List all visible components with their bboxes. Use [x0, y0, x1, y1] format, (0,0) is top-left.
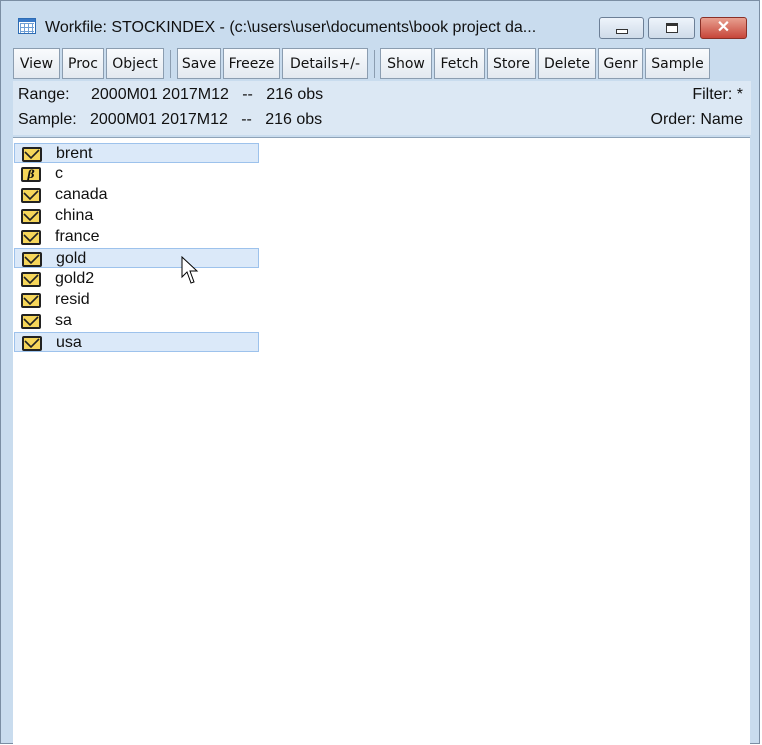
list-item-label: c: [55, 165, 63, 182]
list-item-label: france: [55, 228, 100, 245]
list-item-label: canada: [55, 186, 108, 203]
show-button[interactable]: Show: [380, 48, 432, 79]
list-item-sa[interactable]: sa: [14, 311, 259, 331]
order-indicator[interactable]: Order: Name: [651, 111, 743, 129]
maximize-icon: [665, 23, 678, 33]
toolbar-separator: [170, 50, 171, 78]
series-icon: [22, 336, 42, 351]
series-icon: [22, 252, 42, 267]
list-item-label: usa: [56, 334, 82, 351]
list-item-label: brent: [56, 145, 93, 162]
sample-value[interactable]: 2000M01 2017M12 -- 216 obs: [90, 111, 322, 129]
delete-button[interactable]: Delete: [538, 48, 596, 79]
list-item-france[interactable]: france: [14, 227, 259, 247]
mouse-pointer-icon: [181, 256, 199, 284]
sample-label: Sample:: [18, 111, 77, 128]
minimize-button[interactable]: [599, 17, 644, 39]
list-item-label: gold2: [55, 270, 95, 287]
list-item-canada[interactable]: canada: [14, 185, 259, 205]
filter-indicator[interactable]: Filter: *: [692, 86, 743, 104]
list-item-label: resid: [55, 291, 90, 308]
list-item-resid[interactable]: resid: [14, 290, 259, 310]
list-item-label: gold: [56, 250, 87, 267]
list-item-gold[interactable]: gold: [14, 248, 259, 268]
save-button[interactable]: Save: [177, 48, 221, 79]
list-item-usa[interactable]: usa: [14, 332, 259, 352]
series-icon: [21, 209, 41, 224]
workfile-icon: [18, 18, 36, 34]
sample-button[interactable]: Sample: [645, 48, 710, 79]
close-button[interactable]: ✕: [700, 17, 747, 39]
details-toggle-button[interactable]: Details+/-: [282, 48, 368, 79]
proc-button[interactable]: Proc: [62, 48, 104, 79]
list-item-gold2[interactable]: gold2: [14, 269, 259, 289]
series-icon: [21, 314, 41, 329]
range-label: Range:: [18, 86, 70, 103]
workfile-info-panel: Range: 2000M01 2017M12 -- 216 obs Sample…: [13, 81, 751, 135]
list-item-label: china: [55, 207, 94, 224]
series-icon: [21, 272, 41, 287]
series-icon: [21, 188, 41, 203]
workfile-window: Workfile: STOCKINDEX - (c:\users\user\do…: [0, 0, 760, 745]
minimize-icon: [615, 28, 628, 34]
view-button[interactable]: View: [13, 48, 60, 79]
list-item-brent[interactable]: brent: [14, 143, 259, 163]
object-button[interactable]: Object: [106, 48, 164, 79]
store-button[interactable]: Store: [487, 48, 536, 79]
series-icon: [22, 147, 42, 162]
series-icon: [21, 230, 41, 245]
genr-button[interactable]: Genr: [598, 48, 643, 79]
maximize-button[interactable]: [648, 17, 695, 39]
coefficient-icon: β: [21, 167, 41, 182]
series-icon: [21, 293, 41, 308]
toolbar-separator: [374, 50, 375, 78]
close-icon: ✕: [716, 19, 731, 36]
list-item-c[interactable]: β c: [14, 164, 259, 184]
window-title: Workfile: STOCKINDEX - (c:\users\user\do…: [45, 19, 537, 36]
list-item-china[interactable]: china: [14, 206, 259, 226]
freeze-button[interactable]: Freeze: [223, 48, 280, 79]
object-list: brent β c canada china france gold gold2: [13, 137, 750, 745]
fetch-button[interactable]: Fetch: [434, 48, 485, 79]
list-item-label: sa: [55, 312, 72, 329]
range-value[interactable]: 2000M01 2017M12 -- 216 obs: [91, 86, 323, 104]
title-bar[interactable]: Workfile: STOCKINDEX - (c:\users\user\do…: [1, 1, 759, 45]
